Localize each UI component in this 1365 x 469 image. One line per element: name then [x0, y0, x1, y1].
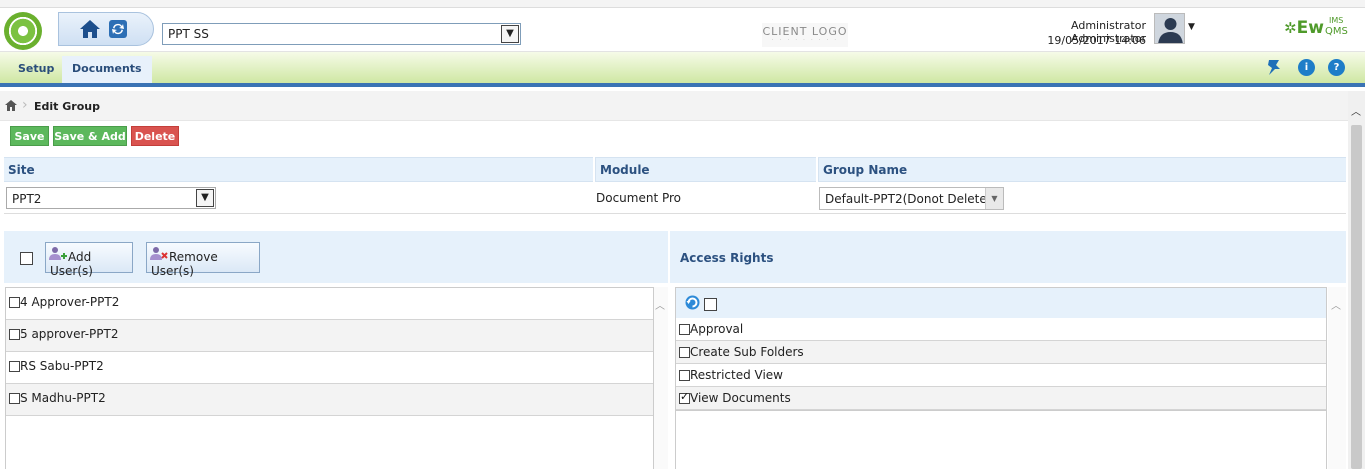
right-name-label: Restricted View	[690, 368, 783, 382]
page-scrollbar[interactable]: ︿	[1348, 91, 1365, 469]
access-rights-scrollbar[interactable]: ︿	[1328, 287, 1346, 469]
brand-logo: ✲Ew IMS QMS	[1284, 16, 1348, 38]
list-item[interactable]: RS Sabu-PPT2	[6, 352, 653, 384]
select-all-rights-checkbox[interactable]	[704, 298, 717, 311]
client-logo-tagline: · · · · · · · · ·	[771, 37, 839, 44]
avatar[interactable]	[1154, 13, 1185, 44]
browser-strip	[0, 0, 1365, 8]
module-value: Document Pro	[596, 191, 682, 205]
right-name-label: View Documents	[690, 391, 791, 405]
right-checkbox[interactable]	[679, 324, 690, 335]
user-checkbox[interactable]	[9, 297, 20, 308]
users-list-scrollbar[interactable]: ︿	[654, 287, 668, 469]
right-checkbox[interactable]	[679, 347, 690, 358]
site-selector-value: PPT SS	[168, 27, 209, 41]
user-name-label: 5 approver-PPT2	[20, 327, 119, 341]
chevron-down-icon[interactable]: ▼	[196, 189, 214, 207]
site-dropdown-value: PPT2	[12, 192, 42, 206]
add-users-button[interactable]: Add User(s)	[45, 242, 133, 278]
access-rights-empty-area	[675, 411, 1327, 469]
client-logo: CLIENT LOGO · · · · · · · · ·	[762, 23, 848, 47]
list-item[interactable]: Approval	[676, 318, 1326, 341]
module-column-header: Module	[595, 157, 816, 182]
list-item[interactable]: View Documents	[676, 387, 1326, 410]
chevron-down-icon[interactable]: ▼	[985, 188, 1003, 209]
group-name-column-header: Group Name	[818, 157, 1346, 182]
refresh-icon[interactable]	[109, 20, 127, 38]
site-column-header: Site	[4, 157, 593, 182]
list-item[interactable]: 4 Approver-PPT2	[6, 288, 653, 320]
group-name-dropdown[interactable]: Default-PPT2(Donot Delete) ▼	[819, 187, 1004, 210]
menu-documents[interactable]: Documents	[62, 56, 152, 83]
app-header: PPT SS ▼ CLIENT LOGO · · · · · · · · · A…	[0, 8, 1365, 52]
page-scroll-thumb[interactable]	[1351, 125, 1362, 469]
list-item[interactable]: 5 approver-PPT2	[6, 320, 653, 352]
chevron-down-icon[interactable]: ▼	[501, 25, 519, 43]
right-name-label: Create Sub Folders	[690, 345, 804, 359]
brand-name: Ew	[1296, 18, 1324, 38]
user-menu-caret-icon[interactable]: ▼	[1188, 22, 1195, 32]
site-dropdown[interactable]: PPT2 ▼	[6, 187, 216, 209]
user-name-label: RS Sabu-PPT2	[20, 359, 104, 373]
right-name-label: Approval	[690, 322, 744, 336]
page-title: Edit Group	[34, 100, 100, 113]
remove-user-icon	[150, 247, 168, 260]
home-icon[interactable]	[79, 19, 101, 39]
scroll-up-icon[interactable]: ︿	[1331, 297, 1341, 312]
pin-icon[interactable]	[1266, 58, 1282, 76]
save-and-add-button[interactable]: Save & Add	[53, 126, 127, 146]
brand-sub-bottom: QMS	[1325, 26, 1348, 37]
breadcrumb-home-icon[interactable]	[5, 100, 17, 111]
add-user-icon	[49, 247, 67, 260]
save-button[interactable]: Save	[10, 126, 49, 146]
user-name-label: S Madhu-PPT2	[20, 391, 106, 405]
quick-nav	[58, 12, 154, 46]
app-logo-icon[interactable]	[4, 12, 42, 50]
site-selector[interactable]: PPT SS ▼	[162, 23, 521, 45]
brand-sub-top: IMS	[1329, 16, 1344, 25]
user-checkbox[interactable]	[9, 361, 20, 372]
right-checkbox[interactable]	[679, 370, 690, 381]
brand-flower-icon: ✲	[1284, 19, 1297, 37]
remove-users-button[interactable]: Remove User(s)	[146, 242, 260, 278]
current-datetime: 19/05/2017 14:06	[1047, 34, 1146, 47]
delete-button[interactable]: Delete	[131, 126, 179, 146]
scroll-up-icon[interactable]: ︿	[655, 297, 665, 312]
list-item[interactable]: S Madhu-PPT2	[6, 384, 653, 416]
breadcrumb: › Edit Group	[0, 91, 1348, 121]
select-all-users-checkbox[interactable]	[20, 252, 33, 265]
users-list-empty-area	[5, 416, 654, 469]
menu-setup[interactable]: Setup	[8, 56, 64, 83]
breadcrumb-separator-icon: ›	[22, 97, 28, 113]
refresh-icon[interactable]	[685, 295, 700, 310]
user-avatar-icon	[1158, 18, 1183, 43]
user-name-label: 4 Approver-PPT2	[20, 295, 120, 309]
info-icon[interactable]: i	[1298, 59, 1315, 76]
list-item[interactable]: Create Sub Folders	[676, 341, 1326, 364]
help-icon[interactable]: ?	[1328, 59, 1345, 76]
main-menu-bar: Setup Documents i ?	[0, 52, 1365, 87]
scroll-up-icon[interactable]: ︿	[1351, 103, 1361, 118]
panel-divider	[668, 231, 670, 469]
right-checkbox[interactable]	[679, 390, 690, 404]
user-checkbox[interactable]	[9, 329, 20, 340]
access-rights-list-header	[676, 288, 1326, 318]
group-name-value: Default-PPT2(Donot Delete)	[825, 192, 992, 206]
access-rights-title: Access Rights	[680, 251, 774, 265]
list-item[interactable]: Restricted View	[676, 364, 1326, 387]
user-checkbox[interactable]	[9, 393, 20, 404]
